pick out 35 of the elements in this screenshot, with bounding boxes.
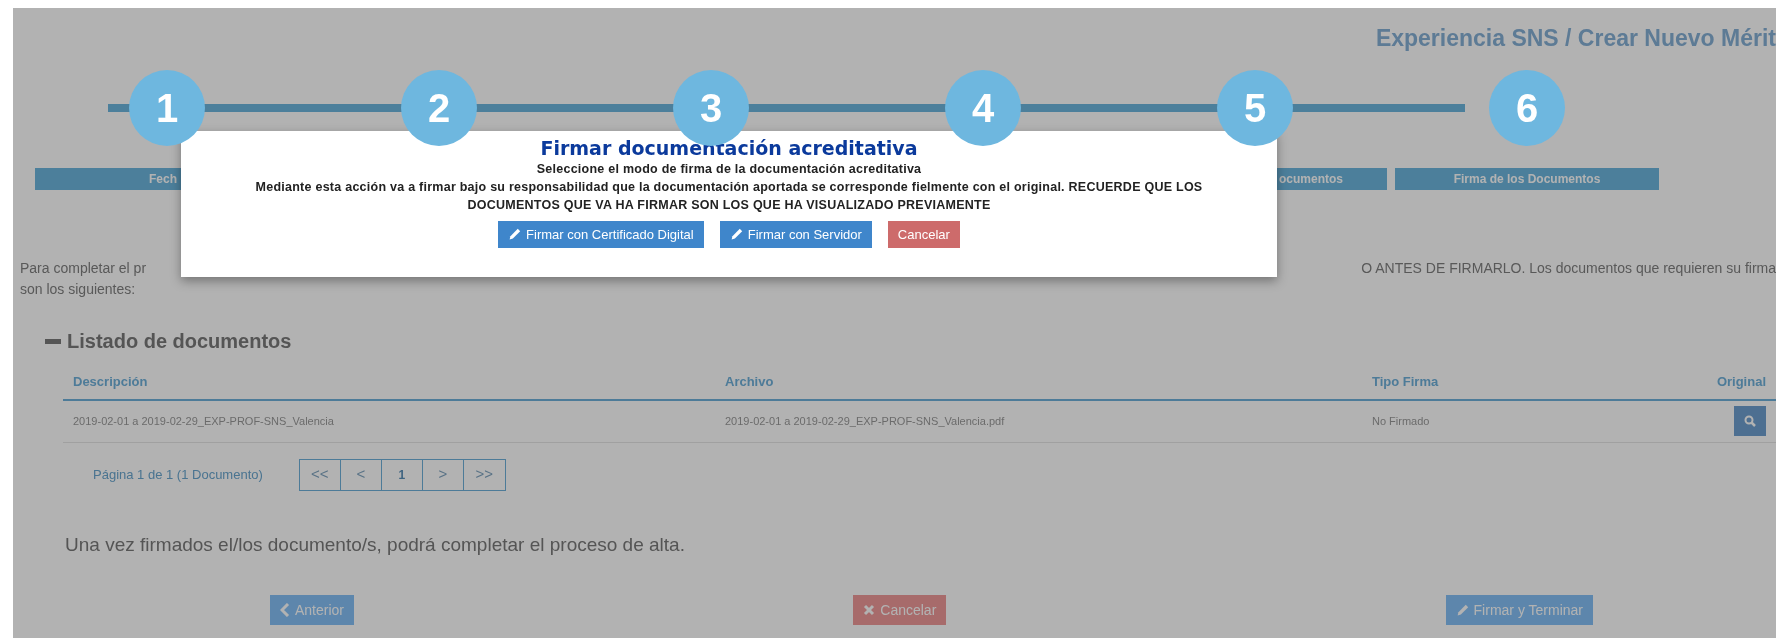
step-number[interactable]: 4 [945, 70, 1021, 146]
intro-text: son los siguientes: [20, 280, 137, 299]
column-header: Descripción [63, 356, 715, 400]
section-title: Listado de documentos [67, 329, 292, 354]
collapse-icon[interactable] [45, 338, 61, 344]
info-text: Una vez firmados el/los documento/s, podrá completar el proceso de alta. [65, 532, 686, 557]
chevron-left-icon [280, 603, 290, 617]
pencil-icon [729, 227, 743, 241]
table-cell: No Firmado [1362, 400, 1692, 442]
cancel-button[interactable]: Cancelar [853, 595, 947, 625]
sign-button[interactable]: Firmar y Terminar [1445, 595, 1593, 625]
sign-button[interactable]: Firmar con Certificado Digital [498, 220, 704, 248]
pencil-icon [1455, 603, 1469, 617]
dialog-subtitle: Seleccione el modo de firma de la documentación acreditativa [535, 160, 923, 178]
pencil-icon [508, 227, 522, 241]
table-cell: 2019-02-01 a 2019-02-29_EXP-PROF-SNS_Valencia [63, 400, 715, 442]
step-number[interactable]: 1 [129, 70, 205, 146]
sign-button[interactable]: Firmar con Servidor [719, 220, 872, 248]
column-header: Original [1692, 356, 1776, 400]
step-number[interactable]: 6 [1489, 70, 1565, 146]
intro-text: O ANTES DE FIRMARLO. Los documentos que requieren su firma [1361, 259, 1776, 278]
back-button[interactable]: Anterior [270, 595, 355, 625]
step-label[interactable]: Firma de los Documentos [1395, 168, 1659, 190]
step-number[interactable]: 5 [1217, 70, 1293, 146]
column-header: Tipo Firma [1362, 356, 1692, 400]
close-icon [863, 604, 876, 616]
intro-text: Para completar el pr [20, 259, 147, 278]
column-header: Archivo [715, 356, 1362, 400]
cancel-button[interactable]: Cancelar [887, 220, 960, 248]
step-number[interactable]: 2 [401, 70, 477, 146]
page-title: Experiencia SNS / Crear Nuevo Mérit [1375, 25, 1776, 53]
view-button[interactable] [1734, 406, 1766, 437]
table-cell: 2019-02-01 a 2019-02-29_EXP-PROF-SNS_Valencia.pdf [715, 400, 1362, 442]
search-icon [1744, 415, 1756, 428]
pagination-summary: Página 1 de 1 (1 Documento) [93, 465, 263, 484]
